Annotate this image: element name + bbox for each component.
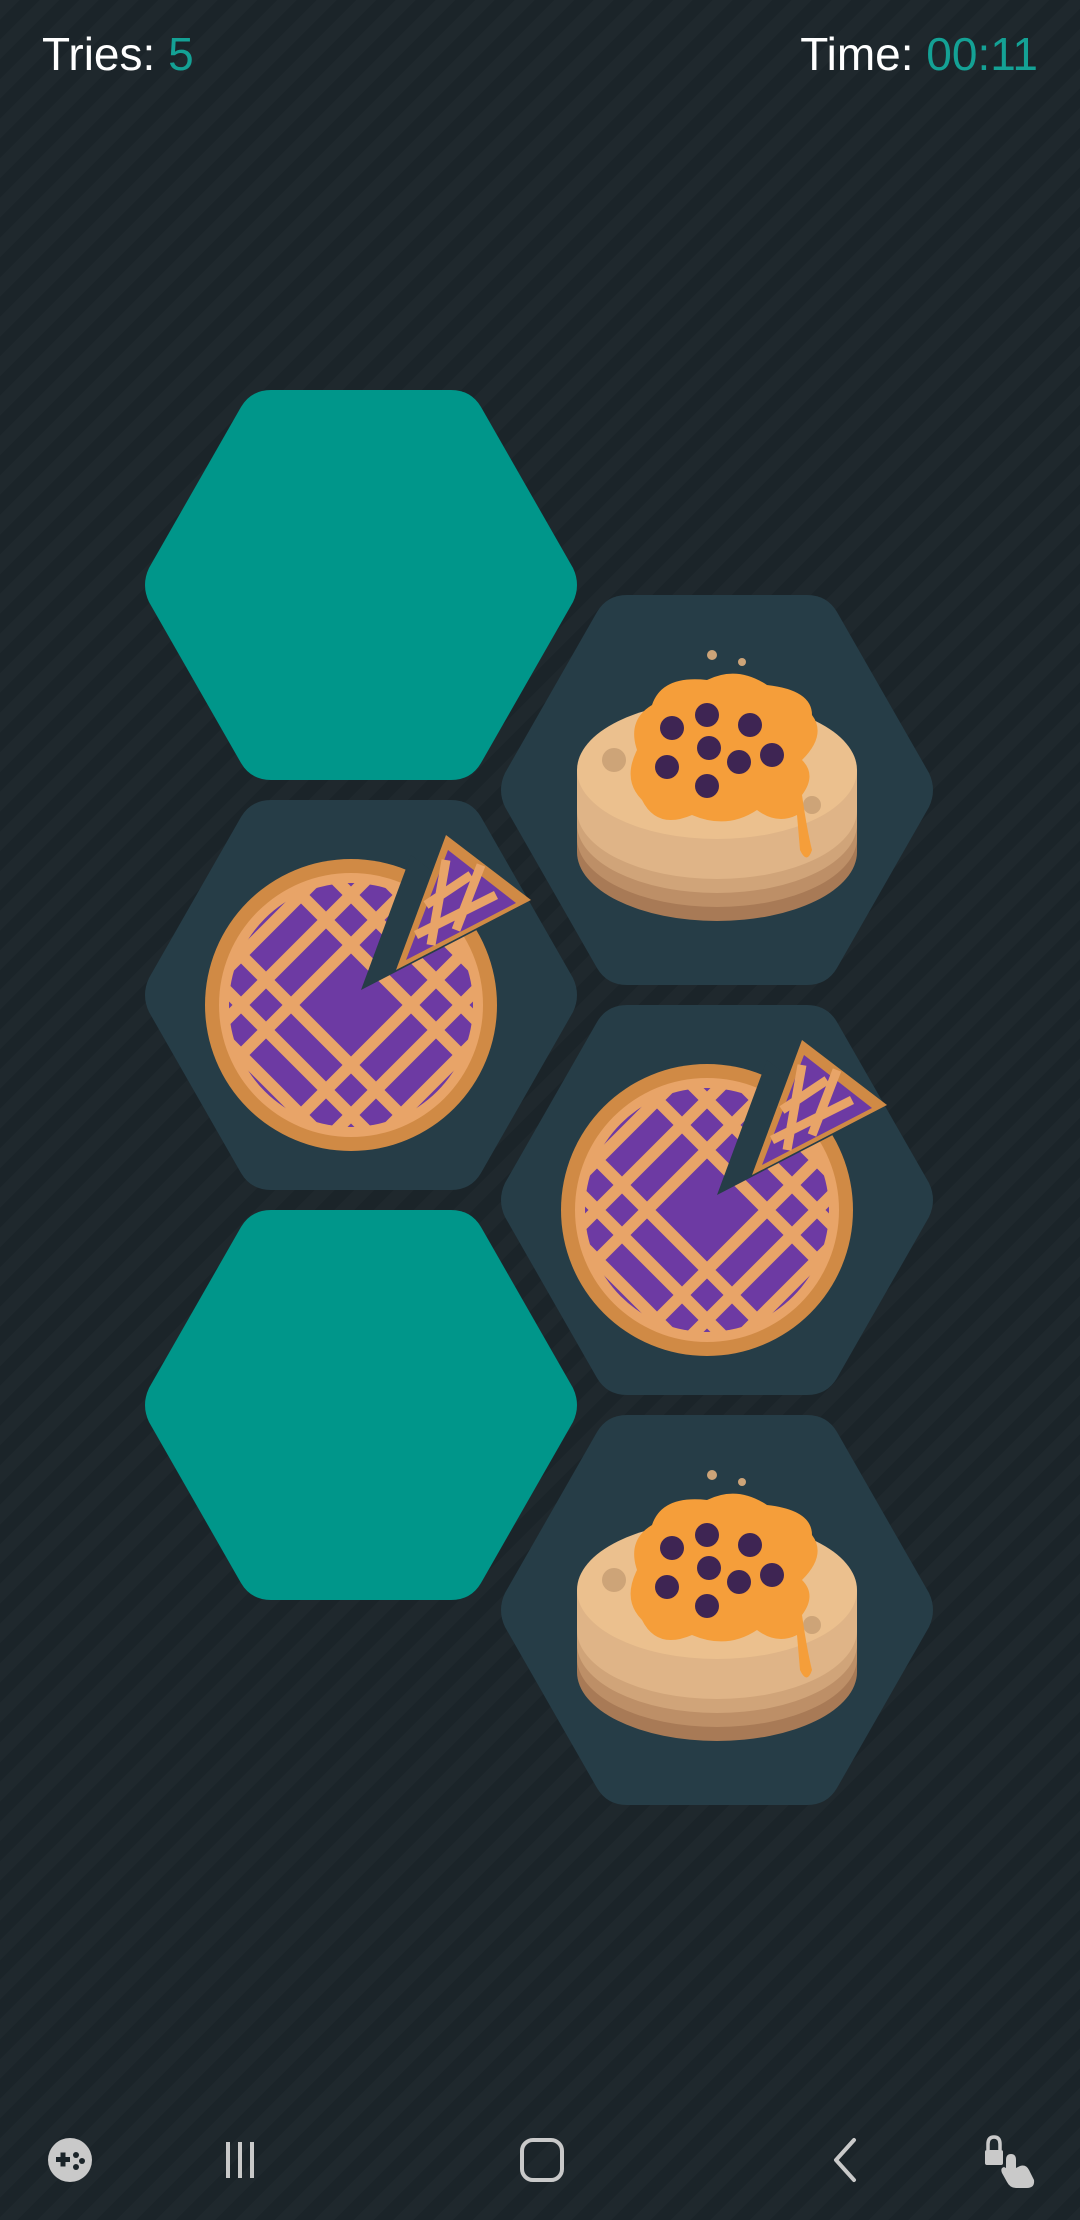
game-launcher-icon (48, 2138, 92, 2182)
touch-lock-button[interactable] (970, 2120, 1050, 2200)
hex-tile[interactable] (145, 800, 577, 1205)
back-icon (834, 2138, 856, 2182)
touch-lock-icon (985, 2135, 1035, 2188)
system-navigation-bar (0, 2100, 1080, 2220)
home-icon (520, 2138, 564, 2182)
game-launcher-button[interactable] (30, 2120, 110, 2200)
hex-tile[interactable] (501, 1415, 933, 1805)
hex-tile[interactable] (501, 1005, 933, 1410)
hex-tile[interactable] (145, 390, 577, 780)
hex-tile[interactable] (145, 1210, 577, 1600)
recent-apps-button[interactable] (200, 2120, 280, 2200)
back-button[interactable] (806, 2120, 886, 2200)
recent-apps-icon (226, 2142, 254, 2178)
home-button[interactable] (502, 2120, 582, 2200)
hex-tile[interactable] (501, 595, 933, 985)
game-board (145, 390, 933, 1805)
